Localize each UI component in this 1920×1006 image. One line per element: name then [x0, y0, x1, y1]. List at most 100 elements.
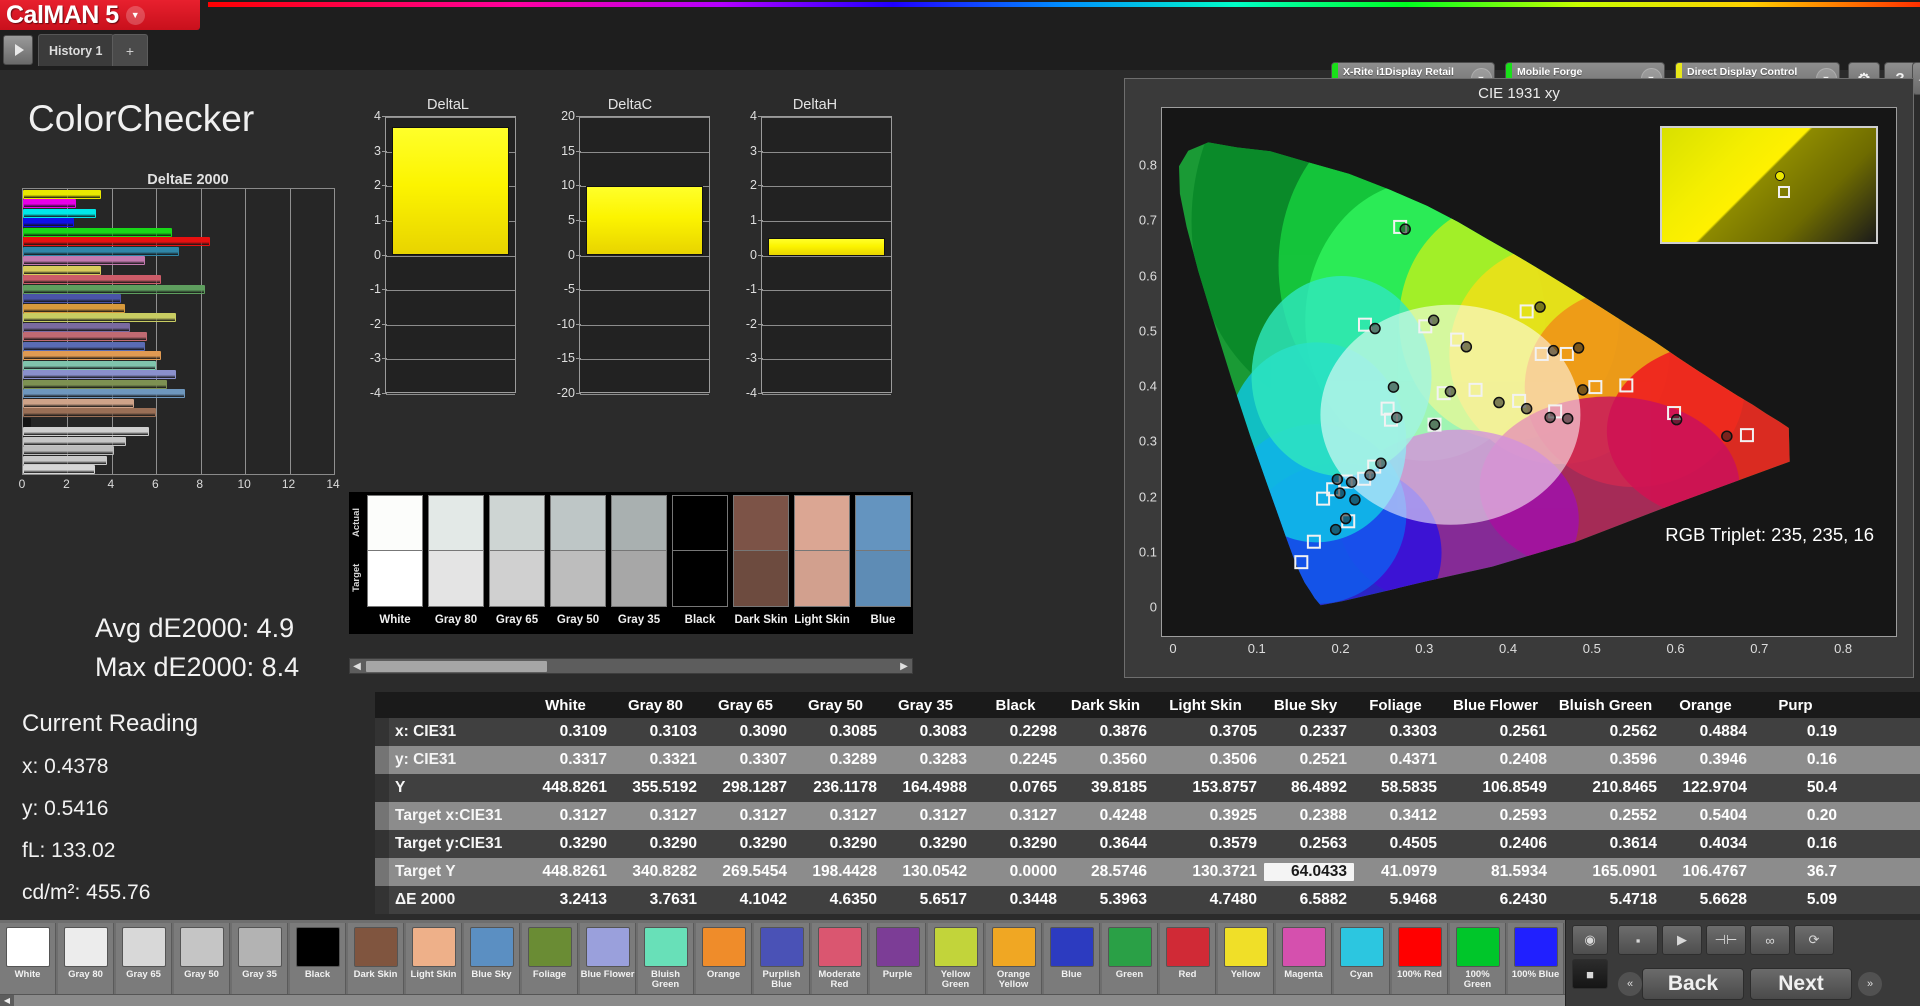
table-column-header[interactable]: Gray 80	[614, 697, 704, 714]
delta-bar	[768, 238, 885, 255]
table-column-header[interactable]: Blue Sky	[1264, 697, 1354, 714]
grid-line	[580, 256, 709, 257]
scroll-left-icon[interactable]: ◀	[0, 995, 14, 1006]
swatch-pair[interactable]	[550, 495, 606, 607]
add-tab-button[interactable]: +	[112, 34, 148, 66]
swatch-pair[interactable]	[672, 495, 728, 607]
table-cell: 448.8261	[524, 863, 614, 881]
table-column-header[interactable]: White	[524, 697, 614, 714]
swatch-name: Gray 35	[611, 614, 667, 626]
bottom-swatch[interactable]: Gray 65	[116, 923, 172, 997]
table-row[interactable]: Y448.8261355.5192298.1287236.1178164.498…	[375, 774, 1920, 802]
bottom-swatch[interactable]: Blue	[1044, 923, 1100, 997]
bottom-swatch[interactable]: Blue Flower	[580, 923, 636, 997]
play-button[interactable]	[3, 35, 33, 65]
table-cell: 0.3317	[524, 751, 614, 769]
scroll-left-icon[interactable]: ◀	[350, 661, 364, 672]
table-row[interactable]: x: CIE310.31090.31030.30900.30850.30830.…	[375, 718, 1920, 746]
play-measure-button[interactable]: ▶	[1662, 925, 1702, 955]
bottom-swatch[interactable]: Gray 50	[174, 923, 230, 997]
table-row-label: Target Y	[389, 863, 524, 881]
calman-logo[interactable]: CalMAN 5 ▼	[0, 0, 200, 30]
swatch-scrollbar[interactable]: ◀ ▶	[349, 658, 913, 674]
swatch-pair[interactable]	[367, 495, 423, 607]
refresh-button[interactable]: ⟳	[1794, 925, 1834, 955]
play-icon	[15, 44, 24, 56]
table-column-header[interactable]: Dark Skin	[1064, 697, 1154, 714]
grid-line	[386, 290, 515, 291]
reading-fl: fL: 133.02	[22, 839, 115, 863]
bottom-swatch[interactable]: Blue Sky	[464, 923, 520, 997]
table-column-header[interactable]: Blue Flower	[1444, 697, 1554, 714]
table-column-header[interactable]: Black	[974, 697, 1064, 714]
bottom-swatch[interactable]: Green	[1102, 923, 1158, 997]
square-button[interactable]: ■	[1572, 959, 1608, 989]
row-marker	[375, 692, 389, 718]
chevron-down-icon[interactable]: ▼	[126, 6, 145, 25]
table-column-header[interactable]: Gray 50	[794, 697, 884, 714]
table-row[interactable]: Target x:CIE310.31270.31270.31270.31270.…	[375, 802, 1920, 830]
table-row[interactable]: y: CIE310.33170.33210.33070.32890.32830.…	[375, 746, 1920, 774]
next-arrow-icon[interactable]: »	[1858, 972, 1882, 996]
next-button[interactable]: Next	[1750, 968, 1852, 1000]
bottom-swatch[interactable]: Orange Yellow	[986, 923, 1042, 997]
bottom-swatch[interactable]: 100% Red	[1392, 923, 1448, 997]
loop-button[interactable]: ∞	[1750, 925, 1790, 955]
bottom-swatch[interactable]: Cyan	[1334, 923, 1390, 997]
cie-chromaticity-plot[interactable]: RGB Triplet: 235, 235, 16	[1161, 107, 1897, 637]
eye-button[interactable]: ◉	[1572, 925, 1608, 955]
bottom-swatch[interactable]: Red	[1160, 923, 1216, 997]
bottom-swatch[interactable]: White	[0, 923, 56, 997]
measured-marker	[1392, 412, 1402, 422]
deltae-bar	[23, 190, 101, 199]
bottom-swatch[interactable]: 100% Green	[1450, 923, 1506, 997]
bottom-swatch[interactable]: Purple	[870, 923, 926, 997]
bottom-swatch[interactable]: Orange	[696, 923, 752, 997]
bottom-swatch[interactable]: Gray 35	[232, 923, 288, 997]
table-cell: 0.3412	[1354, 807, 1444, 825]
swatch-pair[interactable]	[428, 495, 484, 607]
stop-button[interactable]: ▪	[1618, 925, 1658, 955]
deltae-bar	[23, 427, 149, 436]
swatch-pair[interactable]	[733, 495, 789, 607]
bottom-swatch[interactable]: Gray 80	[58, 923, 114, 997]
bottom-swatch[interactable]: Yellow	[1218, 923, 1274, 997]
swatch-pair[interactable]	[855, 495, 911, 607]
table-column-header[interactable]: Bluish Green	[1554, 697, 1664, 714]
bottom-scrollbar[interactable]: ◀	[0, 994, 1566, 1006]
table-column-header[interactable]: Light Skin	[1154, 697, 1264, 714]
bottom-swatch[interactable]: Moderate Red	[812, 923, 868, 997]
table-row[interactable]: Target y:CIE310.32900.32900.32900.32900.…	[375, 830, 1920, 858]
swatch-pair[interactable]	[794, 495, 850, 607]
bottom-swatch[interactable]: Bluish Green	[638, 923, 694, 997]
bottom-swatch[interactable]: Magenta	[1276, 923, 1332, 997]
table-column-header[interactable]: Gray 35	[884, 697, 974, 714]
table-column-header[interactable]: Purp	[1754, 697, 1844, 714]
table-row[interactable]: Target Y448.8261340.8282269.5454198.4428…	[375, 858, 1920, 886]
bottom-swatch[interactable]: Dark Skin	[348, 923, 404, 997]
tab-history-1[interactable]: History 1	[38, 34, 114, 66]
bottom-swatch[interactable]: Black	[290, 923, 346, 997]
table-column-header[interactable]: Foliage	[1354, 697, 1444, 714]
scroll-right-icon[interactable]: ▶	[897, 661, 911, 672]
back-arrow-icon[interactable]: «	[1618, 972, 1642, 996]
measure-button[interactable]: ⊣⊢	[1706, 925, 1746, 955]
bottom-swatch[interactable]: 100% Blue	[1508, 923, 1564, 997]
bottom-swatch[interactable]: Yellow Green	[928, 923, 984, 997]
measured-marker	[1445, 387, 1455, 397]
swatch-pair[interactable]	[489, 495, 545, 607]
table-column-header[interactable]: Orange	[1664, 697, 1754, 714]
table-column-header[interactable]: Gray 65	[704, 697, 794, 714]
scrollbar-thumb[interactable]	[366, 661, 547, 672]
bottom-swatch[interactable]: Light Skin	[406, 923, 462, 997]
swatch-caption: Foliage	[523, 970, 577, 980]
axis-tick-label: 0	[1125, 600, 1157, 615]
axis-tick-mark	[576, 324, 581, 325]
back-button[interactable]: Back	[1642, 968, 1744, 1000]
bottom-swatch[interactable]: Purplish Blue	[754, 923, 810, 997]
swatch-pair[interactable]	[611, 495, 667, 607]
swatch-caption: Light Skin	[407, 970, 461, 980]
table-row[interactable]: ΔE 20003.24133.76314.10424.63505.65170.3…	[375, 886, 1920, 914]
deltae-bar	[23, 304, 125, 313]
bottom-swatch[interactable]: Foliage	[522, 923, 578, 997]
